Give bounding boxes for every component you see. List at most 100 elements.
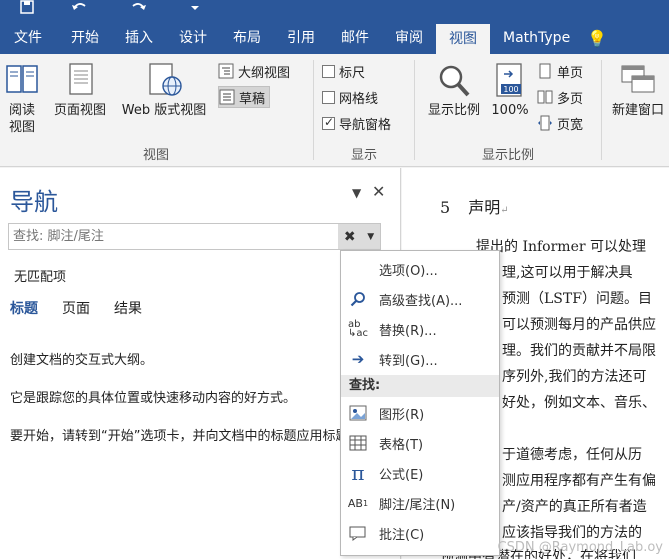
menu-item-advanced-find[interactable]: 高级查找(A)... [341,285,499,313]
menu-item-footnotes[interactable]: AB 1 脚注/尾注(N) [341,489,499,517]
doc-line: 序列外,我们的方法还可 [502,369,647,385]
ribbon-tabs: 文件 开始 插入 设计 布局 引用 邮件 审阅 视图 MathType 💡 [0,22,669,54]
menu-item-equations[interactable]: π 公式(E) [341,459,499,487]
clear-search-icon[interactable]: ✖ [344,229,356,245]
tab-layout[interactable]: 布局 [220,22,274,54]
section-heading: 5 声明↵ [440,198,509,217]
menu-item-comments[interactable]: 批注(C) [341,519,499,547]
gridlines-checkbox[interactable]: 网格线 [322,86,378,108]
nav-search-box: ✖ ▼ [8,223,381,250]
nav-pane-checkbox[interactable]: 导航窗格 [322,112,391,134]
zoom-group-label: 显示比例 [481,148,534,163]
tab-insert[interactable]: 插入 [112,22,166,54]
undo-icon[interactable] [70,0,88,14]
replace-icon: ab ↳ac [347,319,368,339]
views-group: 阅读 视图 页面视图 Web 版式视图 大纲视图 草稿 视图 [0,54,312,167]
read-mode-icon [6,65,38,93]
ruler-check-icon[interactable] [322,64,335,78]
window-group: 新建窗口 [602,54,669,167]
doc-line: 可以预测每月的产品供应 [502,317,656,333]
ribbon: 阅读 视图 页面视图 Web 版式视图 大纲视图 草稿 视图 标尺 网格线 ✓ … [0,54,669,167]
tab-file[interactable]: 文件 [0,22,58,54]
outline-icon [218,63,234,79]
tab-view[interactable]: 视图 [436,24,490,54]
show-group: 标尺 网格线 导航窗格 显示 [314,54,414,167]
tab-references[interactable]: 引用 [274,22,328,54]
search-buttons: ✖ ▼ [338,224,380,249]
arrow-right-icon: ➔ [351,350,365,368]
nav-search-input[interactable] [9,224,329,249]
tab-home[interactable]: 开始 [58,22,112,54]
graphics-icon [341,405,375,421]
draft-button[interactable]: 草稿 [218,86,271,108]
watermark: CSDN @Raymond_Lab.oy [497,540,663,555]
menu-item-replace[interactable]: ab ↳ac 替换(R)... [341,315,499,343]
nav-tab-results[interactable]: 结果 [114,298,142,318]
pane-options-icon[interactable]: ▼ [352,186,361,200]
tab-review[interactable]: 审阅 [382,22,436,54]
nav-help-text-1: 创建文档的交互式大纲。 [10,353,154,368]
one-page-icon [539,63,551,79]
doc-line: 应该指导我们的方法的 [502,525,642,541]
search-options-menu: 选项(O)... 高级查找(A)... ab ↳ac 替换(R)... ➔ 转到(G… [340,250,500,556]
doc-line: 理。我们的贡献并不局限 [502,343,656,359]
multi-page-button[interactable]: 多页 [537,86,583,108]
comment-icon [341,525,375,541]
nav-help-text-2: 它是跟踪您的具体位置或快速移动内容的好方式。 [10,391,297,406]
views-group-label: 视图 [142,148,169,163]
nav-help-text-3: 要开始，请转到“开始”选项卡，并向文档中的标题应用标题样式。 [10,429,388,444]
nav-pane-title: 导航 [10,188,58,216]
doc-line: 提出的 Informer 可以处理 [476,239,647,255]
customize-qat-icon[interactable] [186,0,204,14]
nav-tab-headings[interactable]: 标题 [10,298,38,318]
search-options-dropdown-icon[interactable]: ▼ [367,232,374,242]
nav-tabs: 标题 页面 结果 [10,298,142,318]
search-icon [341,291,375,307]
doc-line: 产/资产的真正所有者造 [502,499,647,515]
zoom-button[interactable]: 显示比例 [419,62,489,119]
redo-icon[interactable] [130,0,148,14]
close-icon[interactable]: ✕ [372,182,385,201]
magnifier-icon [439,65,470,97]
one-page-button[interactable]: 单页 [537,60,583,82]
show-group-label: 显示 [350,148,377,163]
gridlines-check-icon[interactable] [322,90,335,104]
table-icon [341,435,375,451]
find-section-header: 查找: [341,375,499,397]
page-width-icon [538,115,552,131]
nav-pane-check-icon[interactable] [322,115,335,130]
web-layout-icon [149,63,182,96]
hundred-percent-button[interactable]: 100 100% [489,62,531,119]
read-mode-button[interactable]: 阅读 视图 [2,62,42,136]
pi-icon: π [351,461,365,485]
doc-line: 预测（LSTF）问题。目 [502,291,652,307]
ruler-checkbox[interactable]: 标尺 [322,60,365,82]
draft-icon [219,89,235,105]
menu-item-goto[interactable]: ➔ 转到(G)... [341,345,499,373]
menu-item-options[interactable]: 选项(O)... [341,255,499,283]
outline-button[interactable]: 大纲视图 [218,60,290,82]
lightbulb-icon[interactable]: 💡 [587,29,607,48]
doc-line: 好处，例如文本、音乐、 [502,395,656,411]
page-width-button[interactable]: 页宽 [537,112,583,134]
doc-line: 测应用程序都有产生有偏 [502,473,656,489]
no-match-text: 无匹配项 [14,270,67,285]
web-layout-button[interactable]: Web 版式视图 [114,62,214,119]
zoom-group: 显示比例 100 100% 单页 多页 页宽 显示比例 [415,54,601,167]
tab-mathtype[interactable]: MathType [490,22,583,54]
save-icon[interactable] [18,0,36,14]
print-layout-icon [69,63,93,95]
nav-tab-pages[interactable]: 页面 [62,298,90,318]
footnote-icon: AB 1 [347,496,369,510]
new-window-button[interactable]: 新建窗口 [606,62,669,119]
print-layout-button[interactable]: 页面视图 [48,62,112,119]
doc-line: 于道德考虑，任何从历 [502,447,642,463]
tab-design[interactable]: 设计 [166,22,220,54]
multi-page-icon [537,90,553,104]
doc-line: 理,这可以用于解决具 [502,265,633,281]
hundred-percent-icon: 100 [496,63,522,97]
menu-item-graphics[interactable]: 图形(R) [341,399,499,427]
svg-text:100: 100 [503,85,518,94]
menu-item-tables[interactable]: 表格(T) [341,429,499,457]
tab-mailings[interactable]: 邮件 [328,22,382,54]
